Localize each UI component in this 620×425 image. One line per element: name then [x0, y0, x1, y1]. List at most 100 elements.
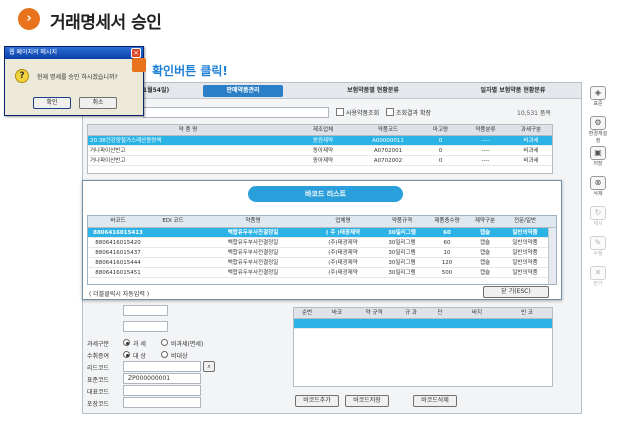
popup-title: 바코드 리스트	[248, 186, 403, 202]
table-row[interactable]: 8806416015413 백합유두부사전결정일 ( 주 )태광제약 30밀리그…	[88, 228, 556, 238]
side-close-button[interactable]: ✕ 닫기	[587, 266, 609, 287]
tax-radio-exempt-label: 비과세(면세)	[171, 341, 204, 348]
table-row[interactable]: 8806416015451 백합유두부사전결정일 (주)태광제약 30밀리그램 …	[88, 268, 556, 278]
side-delete-button[interactable]: ⊗ 삭제	[587, 176, 609, 197]
barcode-grid: 순번 바코 약 규격 규 과 단 바지 빈 코	[293, 307, 553, 387]
cell: A0702001	[373, 148, 403, 154]
cell: 캡슐	[479, 260, 491, 266]
tab-drug-mgmt[interactable]: 판매약품관리	[203, 85, 283, 97]
receive-radio-target[interactable]	[123, 351, 130, 358]
form-input-b[interactable]	[123, 321, 168, 332]
table-row[interactable]: 20.38건강양철가스레산용량액 동원제약 A00000011 0 ---- 비…	[88, 136, 552, 146]
tax-radio-exempt[interactable]	[161, 339, 168, 346]
tab-insurance-status[interactable]: 보험약품별 현황분류	[323, 85, 423, 97]
save-barcode-button[interactable]: 바코드저장	[345, 395, 389, 407]
table-row[interactable]: 거나파이산반고 동아제약 A0702001 0 ---- 비과세	[88, 146, 552, 156]
cell: 거나파이산반고	[90, 158, 126, 164]
cell: (주)태광제약	[328, 240, 358, 246]
search-input[interactable]	[143, 107, 329, 118]
col-name: 약 품 명	[178, 127, 198, 133]
cell: 30밀리그램	[388, 250, 416, 256]
col: 바코	[331, 310, 343, 316]
col: 전문/일반	[513, 218, 537, 224]
cell: 30밀리그램	[388, 240, 416, 246]
mgmt-input[interactable]: ZP000000001	[123, 373, 201, 384]
side-edit-button[interactable]: ✎ 수정	[587, 236, 609, 257]
field4-input[interactable]	[123, 397, 201, 408]
tab-daily-insurance[interactable]: 일자별 보험약품 현황분류	[453, 85, 573, 97]
table-row[interactable]	[294, 319, 552, 329]
col-stock: 마고량	[432, 127, 449, 133]
col: EDI 코드	[162, 218, 184, 224]
barcode-grid-header: 순번 바코 약 규격 규 과 단 바지 빈 코	[294, 308, 552, 319]
delete-barcode-button[interactable]: 바코드삭제	[413, 395, 457, 407]
tax-label: 과세구분	[87, 341, 110, 348]
checkbox-expand[interactable]	[386, 108, 394, 116]
close-icon: ✕	[590, 266, 606, 280]
cell: 60	[443, 230, 451, 236]
refresh-icon: ↻	[590, 206, 606, 220]
side-refresh-button[interactable]: ↻ 재시	[587, 206, 609, 227]
form-input-a[interactable]	[123, 305, 168, 316]
cell: 백합유두부사전결정일	[227, 250, 279, 256]
cell: A00000011	[372, 138, 404, 144]
disk-icon: ▣	[590, 146, 606, 160]
col: 바지	[471, 310, 483, 316]
cancel-button[interactable]: 취소	[79, 97, 117, 109]
table-row[interactable]: 8806416015444 백합유두부사전결정일 (주)태광제약 30밀리그램 …	[88, 258, 556, 268]
cell: 8806416015420	[95, 240, 141, 246]
cell: 캡슐	[479, 230, 491, 236]
col: 제약구분	[474, 218, 496, 224]
tax-radio-taxed-label: 과 세	[133, 341, 146, 348]
cell: 동아제약	[312, 148, 334, 154]
table-row[interactable]: 거나파이산반고 동아제약 A0702002 0 ---- 비과세	[88, 156, 552, 166]
cell: 0	[438, 148, 443, 154]
tax-radio-taxed[interactable]	[123, 339, 130, 346]
cell: 60	[443, 240, 451, 246]
page-title: 거래명세서 승인	[50, 13, 162, 33]
side-env-button[interactable]: ⚙ 환경재설정	[587, 116, 609, 144]
popup-scrollbar[interactable]	[548, 228, 556, 284]
cell: 일반의약품	[512, 230, 538, 236]
cell: 0	[438, 158, 443, 164]
receive-radio-nontarget[interactable]	[161, 351, 168, 358]
col: 약 규격	[365, 310, 383, 316]
col: 빈 코	[521, 310, 533, 316]
side-standard-button[interactable]: ◈ 표준	[587, 86, 609, 107]
col-class: 약품분류	[475, 127, 496, 133]
table-row[interactable]: 8806416015420 백합유두부사전결정일 (주)태광제약 30밀리그램 …	[88, 238, 556, 248]
table-row[interactable]: 8806416015437 백합유두부사전결정일 (주)태광제약 30밀리그램 …	[88, 248, 556, 258]
dialog-message: 현재 명세를 승인 하시겠습니까?	[37, 74, 118, 81]
barcode-list-popup: 바코드 리스트 바코드 EDI 코드 약품명 업체명 약품규격 제품충수량 제약…	[82, 180, 562, 300]
chevron-right-icon: ›	[18, 8, 40, 30]
popup-close-button[interactable]: 닫 기(ESC)	[483, 286, 549, 298]
top-tabs: 31월54일) 판매약품관리 보험약품별 현황분류 일자별 보험약품 현황분류	[83, 83, 581, 99]
field3-input[interactable]	[123, 385, 201, 396]
add-barcode-button[interactable]: 바코드추가	[295, 395, 339, 407]
question-icon: ?	[15, 69, 29, 83]
col: 규 과	[405, 310, 417, 316]
cell: 500	[441, 270, 453, 276]
ok-button[interactable]: 확인	[33, 97, 71, 109]
search-icon[interactable]: ⌕	[203, 361, 215, 372]
cell: ( 주 )태광제약	[325, 230, 361, 236]
col: 바코드	[110, 218, 126, 224]
cell: 캡슐	[479, 250, 491, 256]
cell: 백합유두부사전결정일	[227, 260, 279, 266]
col: 업체명	[335, 218, 351, 224]
cell: 비과세	[523, 138, 539, 144]
settings-icon: ⚙	[590, 116, 606, 130]
popup-footer-note: ( 더블클릭시 자동입력 )	[89, 291, 150, 298]
cell: 0	[438, 138, 443, 144]
code-input[interactable]	[123, 361, 201, 372]
col: 순번	[301, 310, 313, 316]
side-save-button[interactable]: ▣ 저장	[587, 146, 609, 167]
cell: 백합유두부사전결정일	[227, 230, 279, 236]
cell: 8806416015444	[95, 260, 141, 266]
close-icon[interactable]: ×	[131, 48, 141, 58]
col-code: 약품코드	[377, 127, 399, 133]
col-maker: 제조업체	[312, 127, 334, 133]
cell: A0702002	[373, 158, 403, 164]
cell: 120	[441, 260, 453, 266]
checkbox-used-drugs[interactable]	[336, 108, 344, 116]
